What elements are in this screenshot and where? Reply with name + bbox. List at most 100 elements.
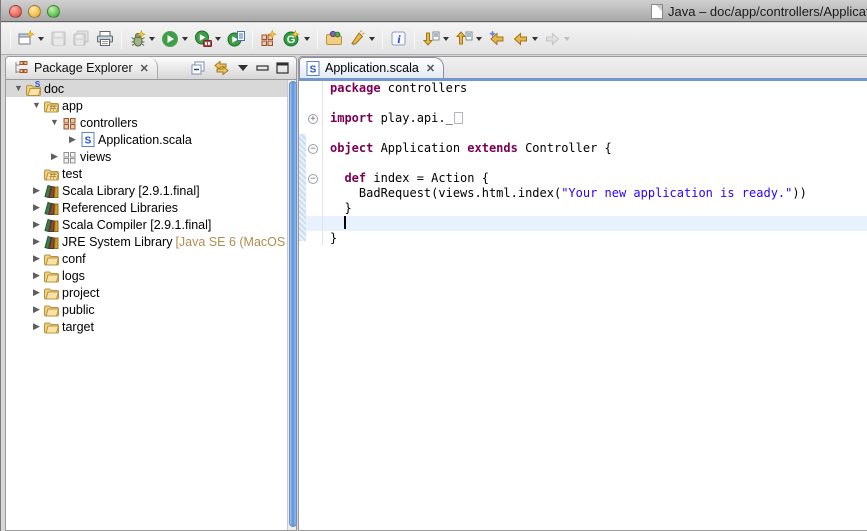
dropdown-arrow-icon[interactable] [443,37,449,41]
expander-open-icon[interactable]: ▼ [12,80,25,97]
expander-open-icon[interactable]: ▼ [30,97,43,114]
dropdown-arrow-icon[interactable] [564,37,570,41]
fold-collapse-icon[interactable]: − [308,144,318,154]
tree-item-scala-library-2-9-1-final[interactable]: ▶Scala Library [2.9.1.final] [6,182,287,199]
package-explorer-tab[interactable]: Package Explorer ✕ [6,57,158,79]
debug-button[interactable] [127,28,157,49]
expander-closed-icon[interactable]: ▶ [30,318,43,335]
prev-annotation-button[interactable] [453,28,484,49]
run-config-button[interactable] [225,28,247,50]
minimize-window-button[interactable] [28,5,41,18]
expander-closed-icon[interactable]: ▶ [30,216,43,233]
tree-item-logs[interactable]: ▶logs [6,267,287,284]
code-editor[interactable]: package controllers+import play.api._−ob… [299,81,867,530]
dropdown-arrow-icon[interactable] [215,37,221,41]
close-window-button[interactable] [9,5,22,18]
scrollbar-thumb[interactable] [289,81,297,527]
minimize-button[interactable] [256,62,269,74]
expander-closed-icon[interactable]: ▶ [30,199,43,216]
editor-tab-bar: S Application.scala ✕ [299,57,867,78]
toolbar-separator [317,29,318,49]
dropdown-arrow-icon[interactable] [149,37,155,41]
tree-item-views[interactable]: ▶views [6,148,287,165]
next-annotation-icon [422,30,440,47]
tree-item-referenced-libraries[interactable]: ▶Referenced Libraries [6,199,287,216]
keyword-token: import [330,111,373,125]
tree-item-app[interactable]: ▼app [6,97,287,114]
toolbar-separator [252,29,253,49]
new-java-project-button[interactable] [258,28,279,49]
zoom-window-button[interactable] [47,5,60,18]
svg-text:G: G [287,34,296,46]
save-button [48,28,69,49]
close-view-icon[interactable]: ✕ [140,62,149,75]
editor-tab-application-scala[interactable]: S Application.scala ✕ [299,57,444,78]
expander-open-icon[interactable]: ▼ [48,114,61,131]
tree-item-target[interactable]: ▶target [6,318,287,335]
maximize-button[interactable] [276,62,289,74]
next-annotation-button[interactable] [420,28,451,49]
google-g-button[interactable]: G [281,28,312,49]
expander-closed-icon[interactable]: ▶ [30,267,43,284]
svg-text:S: S [35,81,41,89]
link-with-editor-icon [213,60,230,76]
expander-closed-icon[interactable]: ▶ [66,131,79,148]
code-line [299,126,867,141]
dropdown-arrow-icon[interactable] [38,37,44,41]
open-artifact-button[interactable] [323,28,345,49]
code-token: BadRequest(views.html.index( [330,186,561,200]
tree-item-project[interactable]: ▶project [6,284,287,301]
tree-item-label: Scala Compiler [2.9.1.final] [62,218,211,232]
code-text: object Application extends Controller { [323,141,867,156]
dropdown-arrow-icon[interactable] [476,37,482,41]
last-edit-location-button[interactable] [486,28,508,49]
view-menu-button[interactable] [237,63,249,73]
expander-closed-icon[interactable]: ▶ [30,182,43,199]
back-icon [512,30,529,47]
collapsed-region-icon[interactable] [454,112,463,124]
tree-item-doc[interactable]: ▼Sdoc [6,80,287,97]
info-button[interactable]: i [388,28,409,49]
dropdown-arrow-icon[interactable] [369,37,375,41]
fold-expand-icon[interactable]: + [308,114,318,124]
code-token: play.api._ [373,111,452,125]
link-with-editor-button[interactable] [213,60,230,76]
tree-item-public[interactable]: ▶public [6,301,287,318]
tree-item-jre-system-library[interactable]: ▶JRE System Library[Java SE 6 (MacOS X D… [6,233,287,250]
fold-gutter: − [306,171,323,186]
run-button[interactable] [159,28,190,50]
collapse-all-button[interactable] [190,60,206,76]
code-line: package controllers [299,81,867,96]
tree-item-application-scala[interactable]: ▶SApplication.scala [6,131,287,148]
code-token: } [330,201,352,215]
code-line: −object Application extends Controller { [299,141,867,156]
dropdown-arrow-icon[interactable] [532,37,538,41]
back-button[interactable] [510,28,540,49]
code-token: Controller { [518,141,612,155]
close-tab-icon[interactable]: ✕ [426,62,435,75]
tree-item-conf[interactable]: ▶conf [6,250,287,267]
tree-item-label: Application.scala [98,133,192,147]
source-folder-icon [43,166,60,182]
fold-collapse-icon[interactable]: − [308,174,318,184]
expander-closed-icon[interactable]: ▶ [30,301,43,318]
print-button[interactable] [94,28,116,49]
library-icon [43,217,60,233]
tree-item-label: JRE System Library [62,235,172,249]
expander-closed-icon[interactable]: ▶ [30,250,43,267]
tree-item-scala-compiler-2-9-1-final[interactable]: ▶ Scala Compiler [2.9.1.final] [6,216,287,233]
toolbar-group [323,28,377,49]
expander-closed-icon[interactable]: ▶ [48,148,61,165]
tree-item-controllers[interactable]: ▼controllers [6,114,287,131]
package-explorer-scrollbar[interactable] [287,80,296,530]
search-button[interactable] [347,28,377,49]
expander-closed-icon[interactable]: ▶ [30,233,43,250]
folder-icon [43,251,60,267]
text-cursor [344,216,346,229]
dropdown-arrow-icon[interactable] [182,37,188,41]
dropdown-arrow-icon[interactable] [304,37,310,41]
expander-closed-icon[interactable]: ▶ [30,284,43,301]
new-wizard-button[interactable] [16,28,46,49]
tree-item-test[interactable]: test [6,165,287,182]
run-external-button[interactable] [192,28,223,50]
